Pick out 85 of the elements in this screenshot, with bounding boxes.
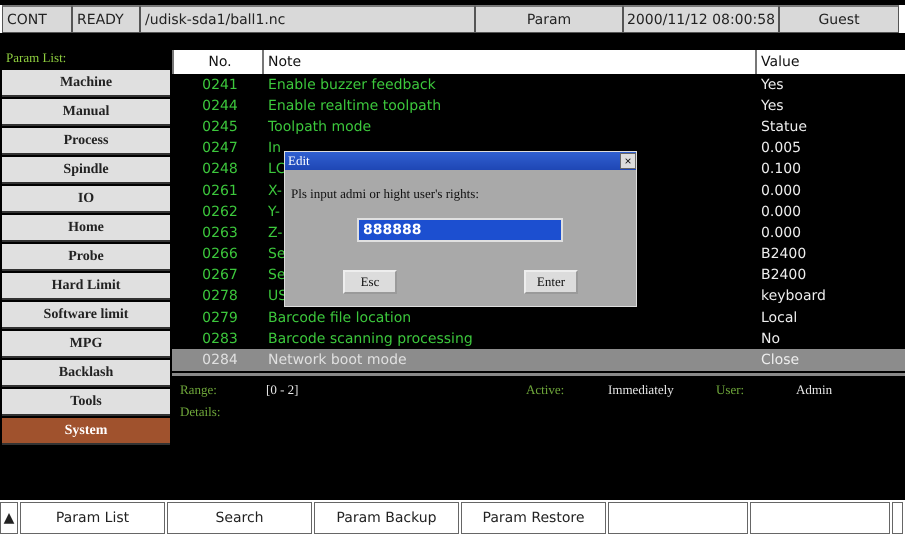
close-button[interactable]: × [620,153,636,169]
param-number: 0279 [201,308,239,328]
category-button[interactable]: Spindle [2,157,170,184]
column-header: Value [755,50,905,74]
param-number: 0283 [201,330,239,349]
up-arrow-key[interactable]: ▲ [0,502,18,534]
param-value: Statue [760,118,807,137]
status-field: 2000/11/12 08:00:58 [623,5,779,33]
param-value: Close [760,351,800,370]
param-value: keyboard [760,287,826,306]
category-button[interactable]: Manual [2,99,170,126]
param-number: 0261 [201,182,239,201]
status-field: Guest [779,5,899,33]
param-note: Z- [267,224,282,243]
category-button[interactable]: MPG [2,331,170,358]
param-value: B2400 [760,266,806,286]
param-value: No [760,330,780,349]
param-row[interactable]: 0279 Barcode file location Local [172,307,905,328]
param-value: B2400 [760,245,806,264]
dialog-title: Edit [288,153,310,169]
param-note: Barcode scanning processing [267,330,473,349]
param-note: X- [267,182,282,201]
param-number: 0248 [201,160,239,180]
range-label: Range: [180,382,218,398]
esc-button[interactable]: Esc [343,270,397,294]
param-number: 0263 [201,224,239,243]
column-header: Note [262,50,755,74]
category-button[interactable]: IO [2,186,170,213]
param-note: Y- [267,202,280,222]
param-number: 0247 [201,139,239,158]
softkey[interactable]: Param Backup [314,502,459,534]
empty-softkey[interactable] [892,502,903,534]
param-number: 0244 [201,96,239,116]
param-note: Se [267,266,286,286]
softkey[interactable]: Param List [20,502,165,534]
status-field: Param [475,5,623,33]
param-value: 0.005 [760,139,802,158]
param-value: 0.000 [760,202,802,222]
param-value: Local [760,308,798,328]
category-button[interactable]: Home [2,215,170,242]
status-field: READY [72,5,140,33]
user-label: User: [716,382,746,398]
user-value: Admin [796,382,834,398]
category-button[interactable]: Process [2,128,170,155]
status-field: CONT [2,5,72,33]
param-note: Toolpath mode [267,118,372,137]
category-button[interactable]: Tools [2,389,170,416]
param-number: 0278 [201,287,239,306]
category-button[interactable]: Backlash [2,360,170,387]
password-input[interactable]: 888888 [357,218,563,242]
param-row[interactable]: 0245 Toolpath mode Statue [172,116,905,138]
param-value: Yes [760,76,784,95]
param-note: Enable realtime toolpath [267,96,442,116]
param-note: Network boot mode [267,351,407,370]
param-row[interactable]: 0244 Enable realtime toolpath Yes [172,95,905,116]
range-value: [0 - 2] [266,382,300,398]
param-note: Barcode file location [267,308,412,328]
param-note: Enable buzzer feedback [267,76,436,95]
param-row[interactable]: 0241 Enable buzzer feedback Yes [172,74,905,96]
param-number: 0262 [201,202,239,222]
column-header: No. [172,50,262,74]
category-button[interactable]: Probe [2,244,170,271]
softkey[interactable]: Param Restore [461,502,606,534]
active-value: Immediately [608,382,675,398]
category-button[interactable]: Hard Limit [2,273,170,300]
category-button[interactable]: Machine [2,70,170,97]
sidebar-title: Param List: [5,50,68,67]
details-label: Details: [180,404,222,420]
status-field: /udisk-sda1/ball1.nc [140,5,475,33]
active-label: Active: [526,382,566,398]
dialog-prompt: Pls input admi or hight user's rights: [290,185,480,202]
enter-button[interactable]: Enter [524,270,578,294]
param-note: Se [267,245,286,264]
param-value: Yes [760,96,784,116]
param-number: 0284 [201,351,239,370]
param-number: 0266 [201,245,239,264]
softkey[interactable]: Search [167,502,312,534]
param-number: 0241 [201,76,239,95]
param-number: 0245 [201,118,239,137]
param-note: In [267,139,282,158]
category-button[interactable]: System [2,418,170,445]
param-row[interactable]: 0283 Barcode scanning processing No [172,328,905,350]
param-number: 0267 [201,266,239,286]
param-note: LC [267,160,286,180]
category-button[interactable]: Software limit [2,302,170,329]
